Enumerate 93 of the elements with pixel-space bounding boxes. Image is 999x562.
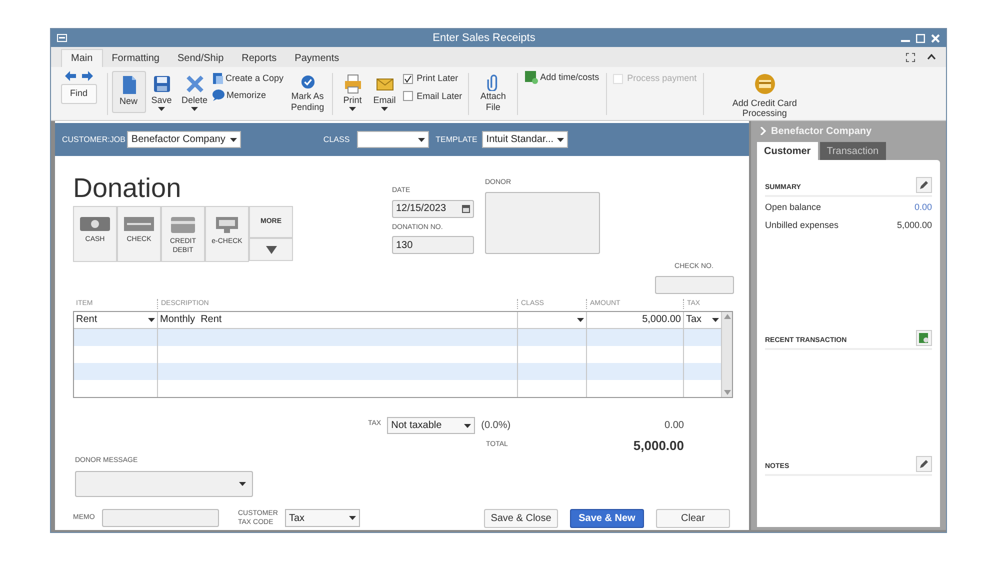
spreadsheet-icon	[919, 333, 929, 343]
window-menu-icon[interactable]	[57, 34, 67, 42]
calendar-icon	[462, 204, 470, 212]
edit-button[interactable]	[916, 456, 932, 472]
speech-bubble-icon	[212, 89, 225, 102]
toolbar-button[interactable]: Print	[336, 71, 369, 113]
maximize-icon[interactable]	[916, 34, 925, 42]
summary-value: 5,000.00	[896, 218, 932, 232]
pencil-icon	[919, 459, 929, 469]
ribbon-tab[interactable]: Reports	[232, 49, 286, 67]
down-arrow-icon[interactable]	[724, 390, 730, 394]
up-arrow-icon[interactable]	[724, 314, 730, 318]
panel-tab[interactable]: Customer	[757, 142, 818, 160]
more-dropdown-button[interactable]	[249, 238, 293, 261]
caret-icon	[557, 138, 564, 142]
toolbar-button[interactable]: Attach File	[473, 71, 514, 113]
class-dropdown[interactable]	[356, 131, 429, 148]
copy-icon	[212, 72, 224, 86]
toolbar-button[interactable]: Memorize	[212, 88, 284, 102]
checkbox-option[interactable]: Email Later	[402, 90, 462, 103]
panel-title: Benefactor Company	[771, 124, 872, 138]
panel-tab[interactable]: Transaction	[820, 142, 886, 160]
toolbar-button[interactable]: Delete	[178, 71, 212, 113]
toolbar-button[interactable]: Save	[146, 71, 178, 113]
window-title: Enter Sales Receipts	[432, 30, 536, 46]
caret-icon	[239, 482, 246, 486]
ribbon-tab[interactable]: Main	[61, 49, 103, 67]
donor-field[interactable]	[485, 192, 600, 254]
caret-icon	[577, 318, 584, 322]
toolbar-button[interactable]: Mark As Pending	[288, 71, 328, 113]
toolbar-button[interactable]: Add time/costs	[525, 71, 600, 84]
caret-icon	[464, 424, 472, 428]
field-label: CUSTOMER:JOB	[62, 134, 126, 146]
toolbar-button[interactable]: Add Credit Card Processing	[728, 71, 802, 118]
donor-message-dropdown[interactable]	[75, 470, 253, 496]
checkbox[interactable]	[402, 91, 413, 102]
action-button[interactable]: Save & Close	[484, 508, 558, 528]
ribbon-tab[interactable]: Formatting	[102, 49, 168, 67]
edit-button[interactable]	[916, 177, 932, 193]
toolbar-button[interactable]: New	[112, 71, 146, 113]
check-icon	[404, 74, 412, 83]
credit-card-icon	[754, 73, 776, 95]
customer-dropdown[interactable]: Benefactor Company	[127, 131, 242, 148]
spreadsheet-icon	[525, 71, 538, 84]
summary-value[interactable]: 0.00	[914, 201, 932, 214]
checkbox-option[interactable]: Print Later	[402, 72, 462, 86]
toolbar-button[interactable]: Email	[368, 71, 401, 113]
caret-icon	[191, 107, 198, 111]
expand-icon[interactable]	[906, 52, 915, 62]
number-field[interactable]: 130	[392, 236, 474, 254]
caret-icon	[148, 318, 155, 322]
summary-label: Open balance	[765, 201, 822, 214]
caret-icon	[349, 107, 356, 111]
check-number-field[interactable]	[654, 276, 734, 294]
caret-icon	[418, 138, 425, 142]
pencil-icon	[919, 180, 929, 190]
close-icon[interactable]	[931, 34, 940, 42]
summary-label: Unbilled expenses	[765, 218, 839, 232]
caret-icon	[230, 138, 238, 142]
tax-rate: (0.0%)	[481, 419, 511, 433]
action-button[interactable]: Clear	[656, 508, 730, 528]
caret-icon	[381, 107, 388, 111]
scrollbar[interactable]	[722, 312, 732, 396]
tax-code-dropdown[interactable]: Tax	[285, 509, 360, 527]
find-button[interactable]: Find	[61, 84, 97, 104]
report-button[interactable]	[916, 330, 932, 346]
x-icon	[184, 73, 206, 95]
field-label: CLASS	[323, 134, 350, 146]
ribbon-tab[interactable]: Payments	[286, 49, 348, 67]
template-dropdown[interactable]: Intuit Standar...	[482, 131, 568, 148]
action-button[interactable]: Save & New	[570, 508, 644, 528]
chevron-right-icon[interactable]	[760, 127, 766, 135]
card-icon	[171, 217, 195, 233]
down-triangle-icon	[266, 246, 276, 254]
check-icon	[124, 217, 154, 231]
monitor-icon	[216, 217, 238, 233]
total-amount: 5,000.00	[633, 436, 684, 454]
form-title: Donation	[73, 172, 182, 204]
caret-icon	[712, 318, 719, 322]
collapse-icon[interactable]	[927, 54, 936, 60]
back-arrow-icon[interactable]	[64, 71, 76, 81]
tax-dropdown[interactable]: Not taxable	[387, 417, 476, 434]
memo-field[interactable]	[102, 509, 219, 527]
toolbar-button[interactable]: Create a Copy	[212, 72, 284, 86]
forward-arrow-icon[interactable]	[82, 71, 93, 81]
caret-icon	[158, 107, 166, 111]
cash-icon	[80, 217, 110, 231]
date-field[interactable]: 12/15/2023	[392, 200, 474, 218]
ribbon-tab[interactable]: Send/Ship	[168, 49, 233, 67]
caret-icon	[349, 516, 356, 520]
field-label: TEMPLATE	[436, 134, 478, 146]
tax-amount: 0.00	[664, 419, 684, 433]
checkbox[interactable]	[402, 74, 413, 84]
